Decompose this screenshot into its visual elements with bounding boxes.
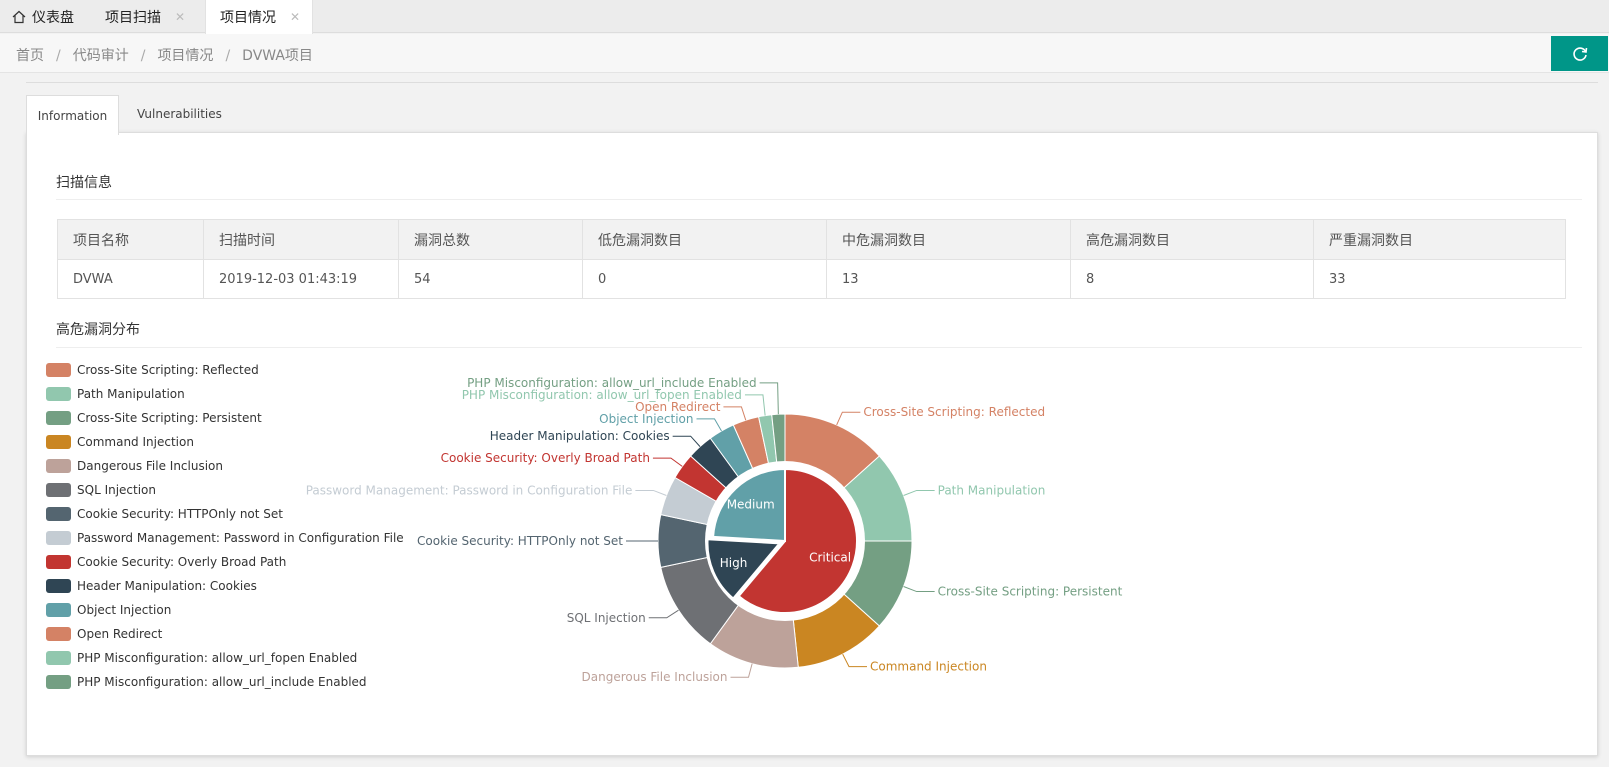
outer-slice-label: Header Manipulation: Cookies [490, 429, 670, 443]
label-line [730, 663, 753, 678]
outer-slice-label: Object Injection [599, 412, 693, 426]
outer-slice-label: Open Redirect [635, 400, 721, 414]
label-line [635, 489, 667, 496]
label-line [836, 411, 861, 426]
label-line [759, 382, 779, 415]
inner-slice-label: Critical [809, 550, 851, 564]
outer-slice-label: Password Management: Password in Configu… [306, 483, 633, 497]
label-line [648, 609, 679, 619]
label-line [696, 418, 722, 432]
label-line [842, 653, 868, 668]
outer-slice-label: Cross-Site Scripting: Reflected [863, 405, 1045, 419]
label-line [723, 406, 747, 421]
label-line [652, 457, 683, 467]
inner-slice-label: Medium [727, 498, 775, 512]
label-line [903, 586, 935, 593]
outer-slice-label: Command Injection [870, 660, 987, 674]
label-line [672, 435, 701, 447]
label-line [744, 394, 766, 416]
tab-information[interactable]: Information [26, 95, 119, 135]
outer-slice-label: PHP Misconfiguration: allow_url_fopen En… [462, 388, 742, 402]
outer-slice-label: PHP Misconfiguration: allow_url_include … [467, 376, 757, 390]
vulnerability-pie-chart: Critical High Medium Cross-Site Scripting: … [306, 376, 1123, 684]
outer-slice-label: Cookie Security: HTTPOnly not Set [417, 534, 623, 548]
outer-slice-label: Dangerous File Inclusion [582, 670, 728, 684]
outer-slice-label: Cross-Site Scripting: Persistent [938, 585, 1123, 599]
outer-slice-label: Path Manipulation [938, 483, 1046, 497]
label-line [903, 489, 935, 496]
outer-slice-label: Cookie Security: Overly Broad Path [441, 451, 650, 465]
outer-slice-label: SQL Injection [567, 611, 646, 625]
inner-slice-label: High [720, 556, 748, 570]
